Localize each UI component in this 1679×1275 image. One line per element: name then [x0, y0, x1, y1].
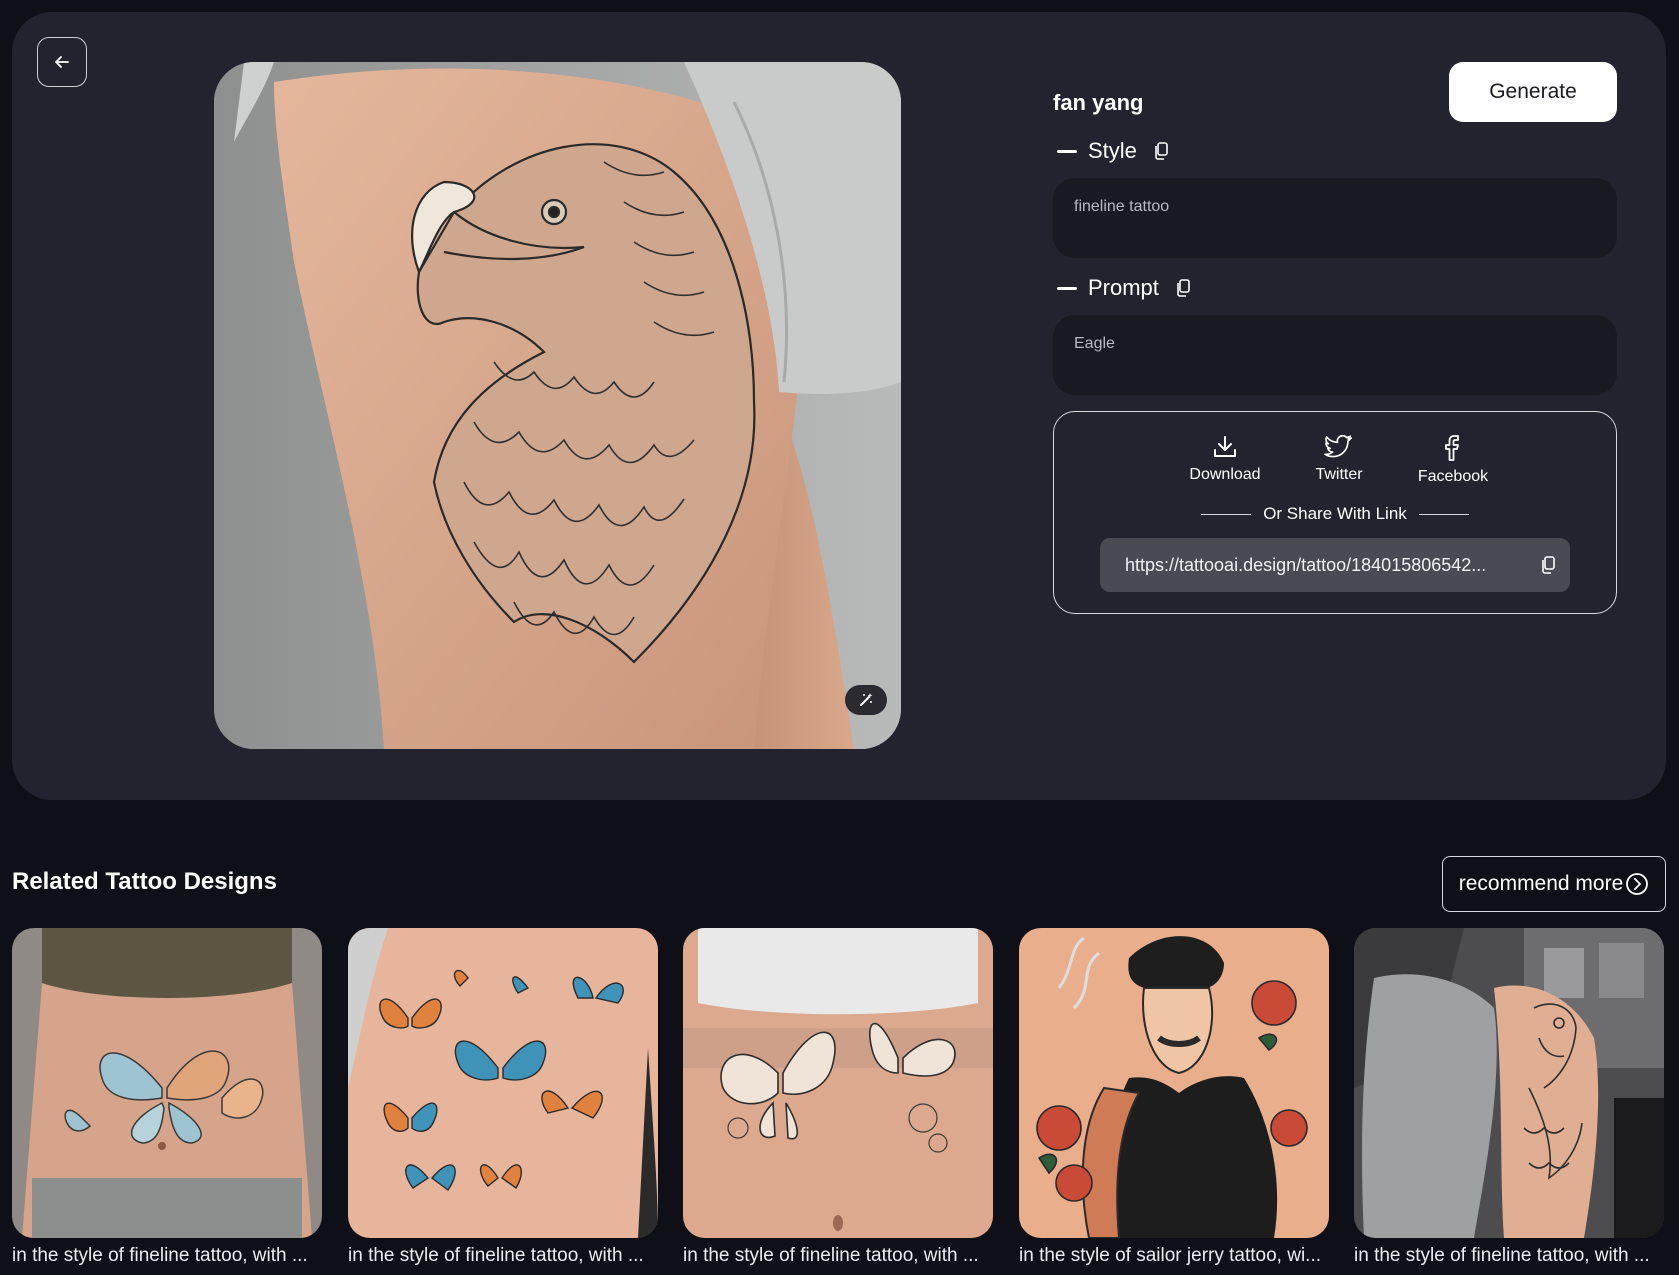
tattoo-image[interactable]: [214, 62, 901, 749]
divider-line: [1418, 513, 1469, 515]
related-design-image[interactable]: [683, 928, 993, 1238]
back-button[interactable]: [37, 37, 87, 87]
copy-link-icon[interactable]: [1540, 556, 1556, 574]
related-design-caption: in the style of fineline tattoo, with ..…: [12, 1245, 308, 1266]
share-panel: Download Twitter Facebook Or Share With …: [1053, 411, 1617, 614]
copy-icon[interactable]: [1153, 142, 1169, 160]
related-design-image[interactable]: [1354, 928, 1664, 1238]
related-design-caption: in the style of sailor jerry tattoo, wi.…: [1019, 1245, 1322, 1266]
download-label: Download: [1189, 466, 1261, 483]
related-design-caption: in the style of fineline tattoo, with ..…: [683, 1245, 979, 1266]
related-design-image[interactable]: [1019, 928, 1329, 1238]
related-design-card[interactable]: in the style of fineline tattoo, with ..…: [12, 928, 322, 1267]
related-design-card[interactable]: in the style of fineline tattoo, with ..…: [683, 928, 993, 1267]
download-icon: [1214, 436, 1236, 457]
chevron-right-circle-icon: [1625, 872, 1649, 896]
collapse-dash-icon[interactable]: [1057, 286, 1077, 290]
twitter-button[interactable]: Twitter: [1279, 434, 1399, 484]
related-design-card[interactable]: in the style of fineline tattoo, with ..…: [1354, 928, 1664, 1267]
arrow-left-icon: [55, 56, 69, 68]
style-field: fineline tattoo: [1053, 178, 1617, 258]
author-name: fan yang: [1053, 90, 1144, 115]
recommend-more-label: recommend more: [1458, 872, 1624, 895]
twitter-icon: [1324, 434, 1353, 458]
copy-icon[interactable]: [1175, 279, 1191, 297]
related-design-caption: in the style of fineline tattoo, with ..…: [1354, 1245, 1650, 1266]
magic-wand-icon: [860, 693, 873, 706]
style-label: Style: [1088, 138, 1137, 163]
recommend-more-button[interactable]: recommend more: [1442, 856, 1666, 912]
style-heading: Style: [1057, 138, 1169, 164]
facebook-button[interactable]: Facebook: [1393, 434, 1513, 486]
divider-line: [1201, 513, 1252, 515]
magic-wand-button[interactable]: [845, 685, 887, 715]
prompt-heading: Prompt: [1057, 275, 1191, 301]
prompt-label: Prompt: [1088, 275, 1159, 300]
tattoo-detail-card: fan yang Generate Style fineline tattoo …: [12, 12, 1666, 800]
related-design-caption: in the style of fineline tattoo, with ..…: [348, 1245, 644, 1266]
share-link-text: https://tattooai.design/tattoo/184015806…: [1125, 554, 1487, 575]
download-button[interactable]: Download: [1165, 434, 1285, 484]
generate-button[interactable]: Generate: [1449, 62, 1617, 122]
twitter-label: Twitter: [1315, 466, 1363, 483]
share-divider: Or Share With Link: [1054, 504, 1616, 524]
facebook-icon: [1445, 435, 1459, 461]
prompt-field: Eagle: [1053, 315, 1617, 395]
related-section-title: Related Tattoo Designs: [12, 868, 277, 895]
related-design-image[interactable]: [348, 928, 658, 1238]
related-design-card[interactable]: in the style of sailor jerry tattoo, wi.…: [1019, 928, 1329, 1267]
collapse-dash-icon[interactable]: [1057, 149, 1077, 153]
share-divider-label: Or Share With Link: [1263, 504, 1407, 523]
related-design-image[interactable]: [12, 928, 322, 1238]
share-link-field[interactable]: https://tattooai.design/tattoo/184015806…: [1100, 538, 1570, 592]
related-design-card[interactable]: in the style of fineline tattoo, with ..…: [348, 928, 658, 1267]
facebook-label: Facebook: [1417, 468, 1489, 485]
